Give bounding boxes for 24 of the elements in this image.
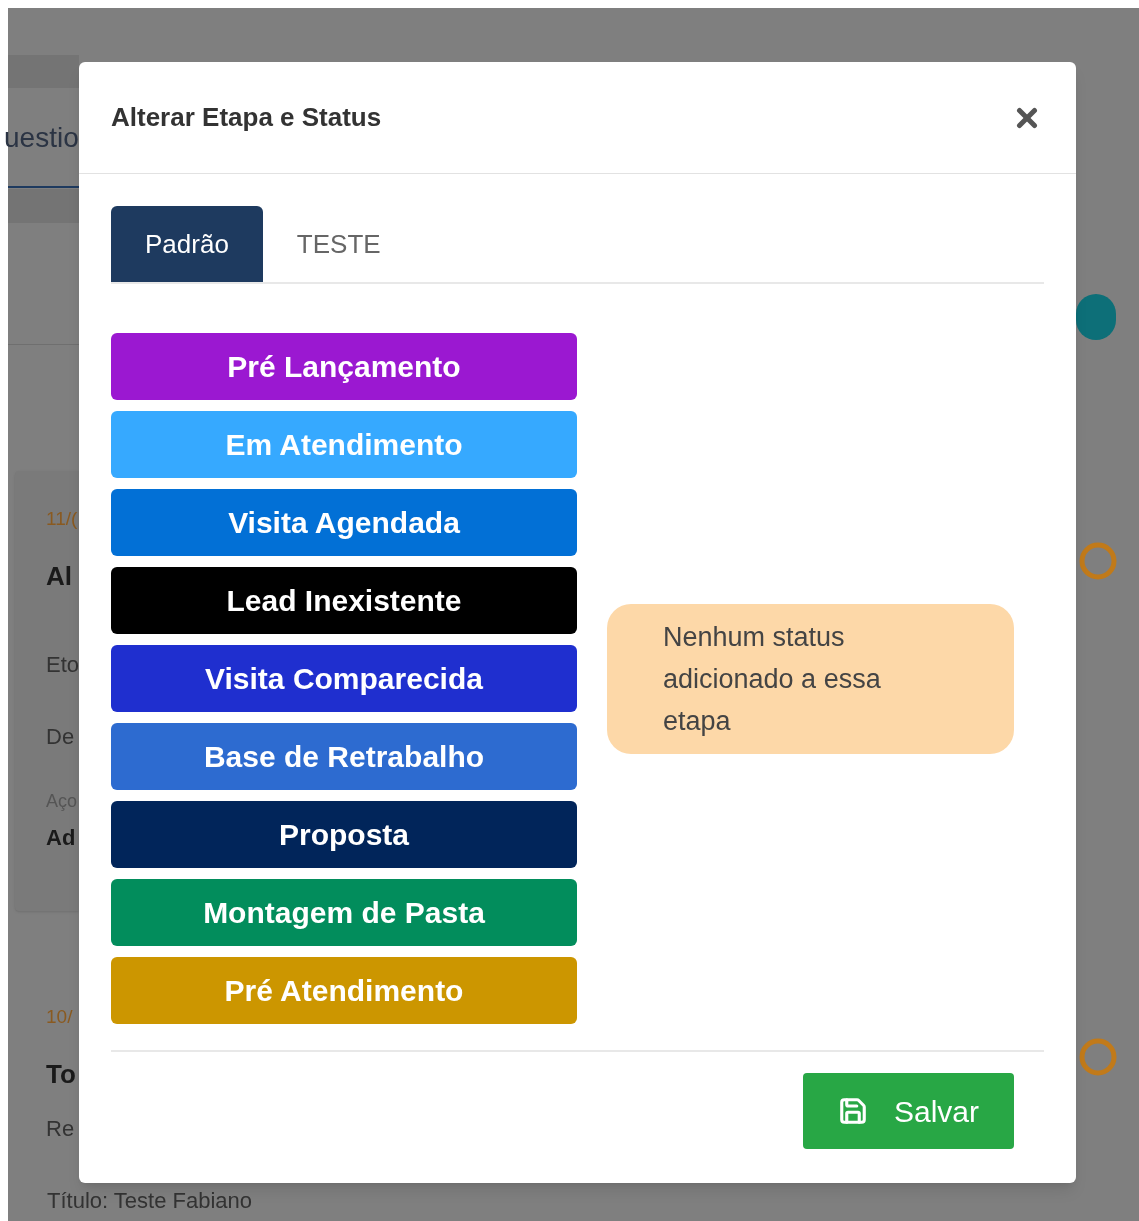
tab[interactable]: Padrão [111, 206, 263, 282]
card-date: 11/( [46, 507, 79, 531]
save-button[interactable]: Salvar [803, 1073, 1014, 1149]
card-title: To [46, 1058, 77, 1091]
stage-button[interactable]: Visita Comparecida [111, 645, 577, 712]
card-value: Ad [46, 824, 77, 852]
modal-title: Alterar Etapa e Status [111, 101, 382, 134]
stage-button[interactable]: Lead Inexistente [111, 567, 577, 634]
stage-button[interactable]: Proposta [111, 801, 577, 868]
page-text: Título: Teste Fabiano [47, 1187, 254, 1215]
card-text: De [46, 723, 76, 751]
empty-status-message: Nenhum status adicionado a essa etapa [607, 603, 1014, 754]
card-text: Eto [46, 651, 79, 679]
stage-button[interactable]: Visita Agendada [111, 489, 577, 556]
save-icon [837, 1096, 868, 1126]
card-text: Re [46, 1115, 76, 1143]
stage-button[interactable]: Montagem de Pasta [111, 879, 577, 946]
stage-button[interactable]: Pré Lançamento [111, 333, 577, 400]
avatar-icon [1076, 294, 1116, 340]
tab[interactable]: TESTE [262, 206, 415, 282]
card-date: 10/ [46, 1005, 74, 1029]
stage-button[interactable]: Pré Atendimento [111, 957, 577, 1024]
stage-button[interactable]: Base de Retrabalho [111, 723, 577, 790]
card-title: Al [46, 560, 73, 593]
